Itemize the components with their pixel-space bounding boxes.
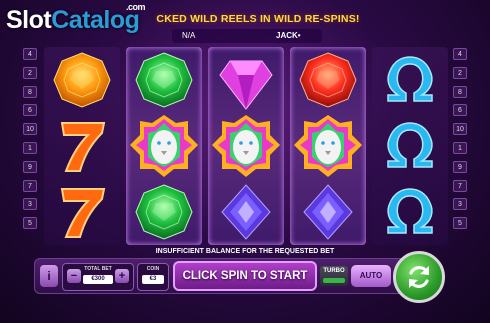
payline-marker[interactable]: 1 [23,141,37,154]
green-gem-icon [126,47,202,113]
coin-value: €3 [142,275,164,284]
lion-wild-icon [290,113,366,179]
reel-3 [208,47,284,245]
payline-marker[interactable]: 4 [23,48,37,60]
payline-marker[interactable]: 9 [23,160,37,173]
coin-selector[interactable]: COIN €3 [137,263,169,291]
omega-icon [372,113,448,179]
lion-wild-icon [208,113,284,179]
slotcatalog-watermark: SlotCatalog .com [6,2,146,35]
purple-gem-icon [208,179,284,245]
pink-gem-icon [208,47,284,113]
payline-indicators-left: 4 2 8 6 10 1 9 7 3 5 [23,48,37,236]
omega-icon [372,47,448,113]
seven-icon [44,179,120,245]
red-gem-icon [290,47,366,113]
reel-area [44,47,448,247]
bet-increase-button[interactable]: + [115,269,129,283]
payline-marker[interactable]: 5 [23,217,37,230]
watermark-slot: Slot [6,6,52,34]
reel-2 [126,47,202,245]
payline-marker[interactable]: 2 [23,66,37,79]
turbo-indicator [323,278,345,283]
turbo-label: TURBO [323,268,345,274]
orange-gem-icon [44,47,120,113]
payline-indicators-right: 4 2 8 6 10 1 9 7 3 5 [453,48,467,236]
payline-marker[interactable]: 10 [453,123,467,136]
payline-marker[interactable]: 10 [23,123,37,136]
payline-marker[interactable]: 9 [453,160,467,173]
jackpot-label: JACK• [276,31,301,40]
purple-gem-icon [290,179,366,245]
omega-icon [372,179,448,245]
turbo-button[interactable]: TURBO [320,266,348,286]
reel-1 [44,47,120,245]
bet-decrease-button[interactable]: − [67,269,81,283]
coin-label: COIN [146,266,160,272]
payline-marker[interactable]: 8 [453,85,467,98]
payline-marker[interactable]: 2 [453,66,467,79]
reel-5 [372,47,448,245]
jackpot-bar: N/A JACK• [172,29,322,43]
payline-marker[interactable]: 3 [23,198,37,211]
payline-marker[interactable]: 5 [453,217,467,230]
payline-marker[interactable]: 3 [453,198,467,211]
spin-button[interactable] [393,251,445,303]
payline-marker[interactable]: 1 [453,141,467,154]
total-bet-label: TOTAL BET [84,266,112,272]
refresh-icon [409,266,429,288]
reel-4 [290,47,366,245]
total-bet-value: €300 [83,275,113,284]
payline-marker[interactable]: 6 [23,104,37,117]
seven-icon [44,113,120,179]
green-gem-icon [126,179,202,245]
payline-marker[interactable]: 8 [23,85,37,98]
status-message: INSUFFICIENT BALANCE FOR THE REQUESTED B… [155,248,335,255]
lion-wild-icon [126,113,202,179]
autoplay-button[interactable]: AUTO [351,265,391,287]
payline-marker[interactable]: 7 [23,179,37,192]
payline-marker[interactable]: 4 [453,48,467,60]
jackpot-value: N/A [182,31,196,40]
click-spin-to-start-button[interactable]: CLICK SPIN TO START [173,261,317,291]
watermark-com: .com [126,2,146,12]
payline-marker[interactable]: 6 [453,104,467,117]
info-button[interactable]: i [40,265,58,287]
feature-banner: CKED WILD REELS IN WILD RE-SPINS! [156,13,360,25]
payline-marker[interactable]: 7 [453,179,467,192]
total-bet-selector: − TOTAL BET €300 + [62,263,134,291]
